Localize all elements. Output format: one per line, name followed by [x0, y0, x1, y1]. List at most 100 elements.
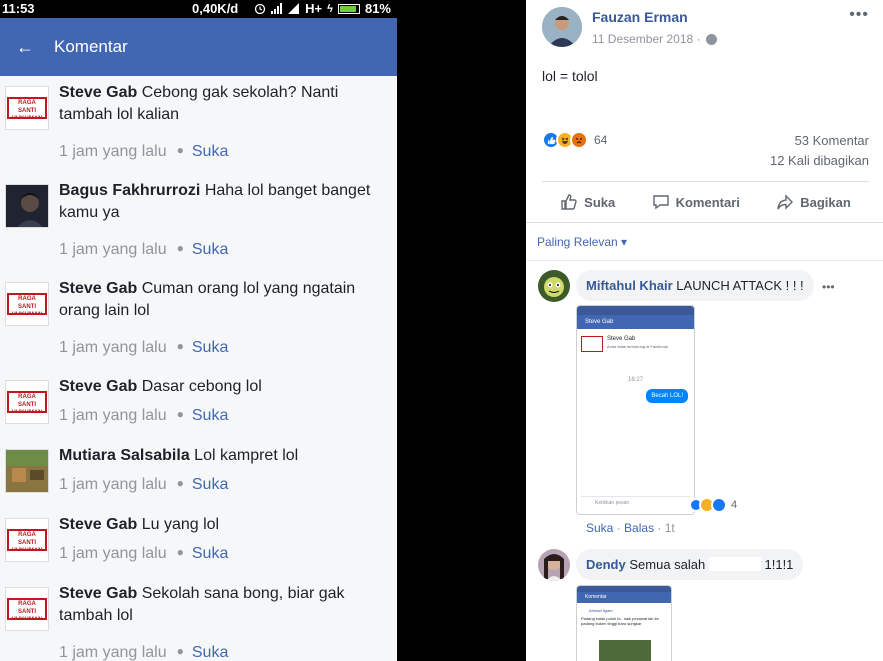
commenter-avatar[interactable]: [538, 549, 570, 581]
attached-screenshot[interactable]: Komentar Ahmad Ilgam Padang sidak puluh …: [576, 585, 672, 661]
comment-text: Dasar cebong lol: [141, 378, 262, 395]
commenter-name[interactable]: Bagus Fakhrurrozi: [59, 182, 200, 199]
alarm-icon: [255, 3, 266, 14]
status-bar: 11:53 0,40K/d H+ ϟ 81%: [0, 0, 397, 18]
comment-list: RAGA SANTI HUKUMAN Steve Gab Cebong gak se…: [0, 76, 397, 661]
author-photo: [542, 7, 582, 47]
commenter-avatar[interactable]: [5, 449, 49, 493]
like-link[interactable]: Suka: [192, 143, 228, 160]
commenter-name[interactable]: Miftahul Khair: [586, 278, 673, 293]
page-title: Komentar: [54, 37, 128, 56]
comments-count[interactable]: 53 Komentar: [795, 133, 869, 148]
like-reaction-icon: [711, 497, 727, 513]
comment-time: 1 jam yang lalu: [59, 339, 167, 356]
post-author[interactable]: Fauzan Erman: [592, 9, 688, 25]
signal-icon: [271, 3, 283, 14]
commenter-avatar[interactable]: RAGA SANTI HUKUMAN: [5, 282, 49, 326]
back-arrow-icon[interactable]: ←: [16, 37, 54, 58]
shot-text: Padang sidak puluh bi.. naik pesawat lah…: [581, 616, 659, 626]
comment-item: RAGA SANTI HUKUMAN Steve Gab Dasar cebong …: [0, 376, 397, 445]
comment-time: 1 jam yang lalu: [59, 476, 167, 493]
share-label: Bagikan: [800, 194, 851, 210]
angry-reaction-icon: [570, 131, 588, 149]
post-actions: Suka Komentari Bagikan: [542, 181, 869, 222]
commenter-name[interactable]: Dendy: [586, 557, 626, 572]
separator: ·: [616, 521, 621, 535]
attached-screenshot[interactable]: Steve Gab Steve Gab Anda tidak terhubung…: [576, 305, 695, 515]
battery-icon: [337, 3, 360, 14]
commenter-avatar[interactable]: [5, 184, 49, 228]
brand-logo: RAGA SANTI HUKUMAN: [7, 529, 47, 551]
shot-subtitle: Anda tidak terhubung di Facebook: [607, 344, 668, 349]
post-text: lol = tolol: [542, 68, 598, 84]
brand-logo: RAGA SANTI HUKUMAN: [7, 293, 47, 315]
comment-item: Mutiara Salsabila Lol kampret lol 1 jam …: [0, 445, 397, 514]
commenter-avatar[interactable]: RAGA SANTI HUKUMAN: [5, 380, 49, 424]
wifi-signal-icon: [288, 3, 300, 14]
comment-time: 1 jam yang lalu: [59, 644, 167, 661]
reaction-summary[interactable]: 64: [542, 131, 607, 149]
commenter-name[interactable]: Steve Gab: [59, 585, 137, 602]
globe-icon: [705, 33, 717, 45]
shot-name: Steve Gab: [607, 336, 636, 342]
commenter-name[interactable]: Steve Gab: [59, 516, 137, 533]
comment-age: · 1t: [657, 521, 675, 535]
comment-footer: Suka · Balas · 1t: [586, 521, 675, 535]
comment-options-icon[interactable]: •••: [822, 280, 835, 294]
person-photo: [6, 185, 48, 227]
shot-header: Steve Gab: [577, 315, 694, 329]
comment-item: RAGA SANTI HUKUMAN Steve Gab Cuman orang l…: [0, 278, 397, 376]
commenter-avatar[interactable]: RAGA SANTI HUKUMAN: [5, 587, 49, 631]
share-button[interactable]: Bagikan: [776, 193, 851, 211]
author-avatar[interactable]: [542, 7, 582, 47]
shot-time: 16:27: [627, 377, 643, 383]
reaction-count: 64: [594, 133, 608, 147]
comment-time: 1 jam yang lalu: [59, 407, 167, 424]
facebook-post: Fauzan Erman 11 Desember 2018 · ••• lol …: [526, 0, 883, 661]
status-speed: 0,40K/d: [192, 1, 239, 16]
comment-bubble-icon: [652, 195, 669, 210]
shot-header: Komentar: [577, 592, 671, 603]
shares-count[interactable]: 12 Kali dibagikan: [770, 153, 869, 168]
comment-reactions[interactable]: 4: [689, 497, 737, 513]
like-link[interactable]: Suka: [192, 407, 228, 424]
post-date[interactable]: 11 Desember 2018 ·: [592, 32, 717, 46]
commenter-avatar[interactable]: [538, 270, 570, 302]
network-type: H+: [305, 1, 323, 16]
comment-time: 1 jam yang lalu: [59, 545, 167, 562]
person-photo: [538, 549, 570, 581]
divider: [526, 222, 883, 223]
comment-reply-link[interactable]: Balas: [624, 521, 654, 535]
comment-sort-dropdown[interactable]: Paling Relevan ▾: [537, 235, 627, 249]
comment-text: LAUNCH ATTACK ! ! !: [676, 278, 804, 293]
commenter-name[interactable]: Steve Gab: [59, 280, 137, 297]
like-link[interactable]: Suka: [192, 545, 228, 562]
brand-logo: RAGA SANTI HUKUMAN: [7, 598, 47, 620]
like-label: Suka: [584, 194, 616, 210]
like-link[interactable]: Suka: [192, 644, 228, 661]
battery-level: 81%: [364, 1, 391, 16]
brand-logo: RAGA SANTI HUKUMAN: [7, 97, 47, 119]
comment-bubble: Miftahul Khair LAUNCH ATTACK ! ! !: [576, 270, 814, 301]
commenter-avatar[interactable]: RAGA SANTI HUKUMAN: [5, 518, 49, 562]
status-time: 11:53: [2, 1, 35, 16]
share-arrow-icon: [777, 194, 794, 210]
commenter-name[interactable]: Steve Gab: [59, 378, 137, 395]
commenter-avatar[interactable]: RAGA SANTI HUKUMAN: [5, 86, 49, 130]
thumbs-up-icon: [561, 194, 577, 210]
landscape-photo: [6, 450, 48, 492]
phone-screenshot: 11:53 0,40K/d H+ ϟ 81% ← Komentar RAGA SA…: [0, 0, 397, 661]
like-link[interactable]: Suka: [192, 476, 228, 493]
commenter-name[interactable]: Steve Gab: [59, 84, 137, 101]
shot-photo: [599, 640, 651, 661]
comment-label: Komentari: [675, 194, 740, 210]
comment-button[interactable]: Komentari: [652, 193, 740, 211]
more-options-icon[interactable]: •••: [849, 6, 869, 24]
shot-message: Becah LOL!: [646, 389, 688, 403]
comment-like-link[interactable]: Suka: [586, 521, 613, 535]
app-bar: ← Komentar: [0, 18, 397, 76]
like-link[interactable]: Suka: [192, 241, 228, 258]
commenter-name[interactable]: Mutiara Salsabila: [59, 447, 190, 464]
like-link[interactable]: Suka: [192, 339, 228, 356]
like-button[interactable]: Suka: [560, 193, 615, 211]
